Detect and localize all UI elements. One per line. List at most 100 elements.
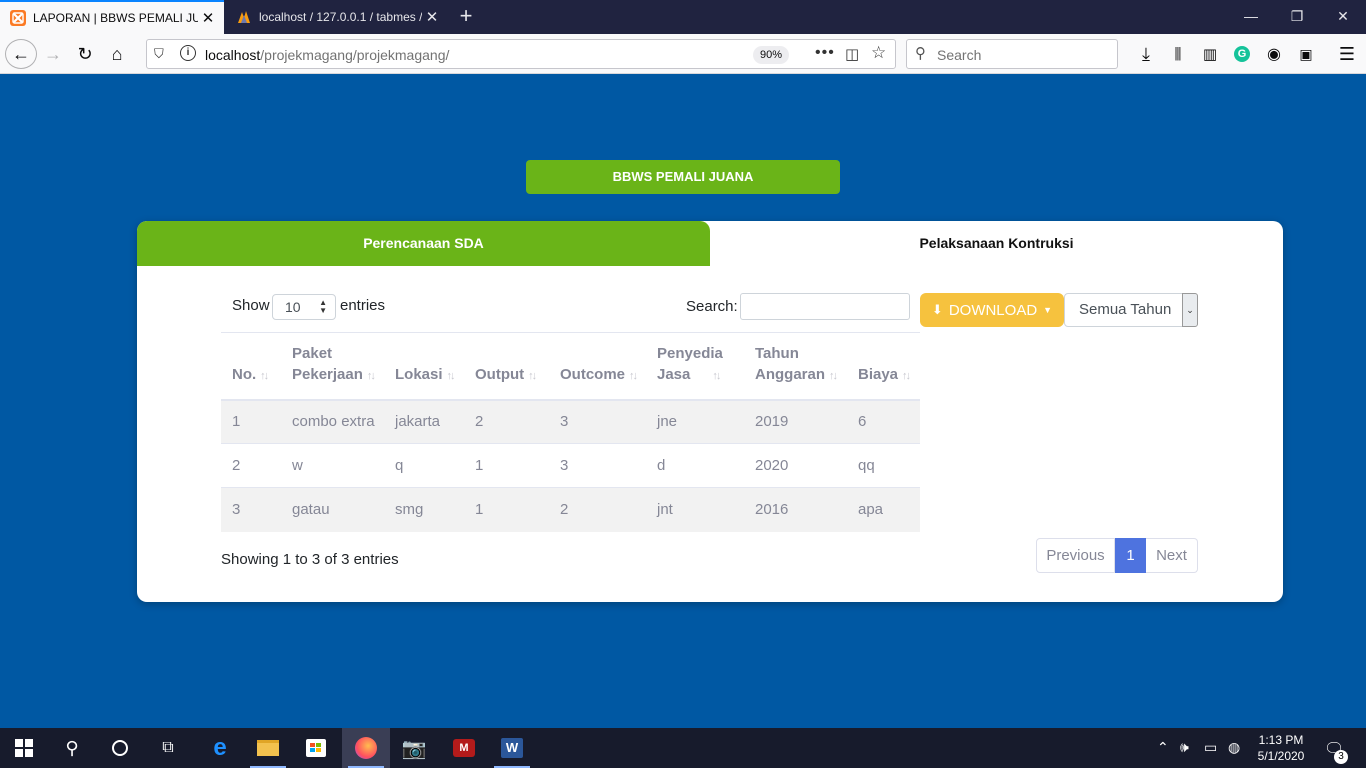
tab-title: localhost / 127.0.0.1 / tabmes / localho…: [259, 10, 422, 24]
column-header-paket[interactable]: Paket Pekerjaan ↑↓: [281, 332, 384, 401]
table-search-input[interactable]: [740, 293, 910, 320]
address-bar[interactable]: ⛉ i localhost/projekmagang/projekmagang/…: [146, 39, 896, 69]
browser-tab-laporan[interactable]: LAPORAN | BBWS PEMALI JUANA ✕: [0, 0, 224, 34]
browser-tab-phpmyadmin[interactable]: localhost / 127.0.0.1 / tabmes / localho…: [226, 0, 448, 34]
extension-icon[interactable]: ▣: [1291, 39, 1321, 69]
url-text[interactable]: localhost/projekmagang/projekmagang/: [205, 47, 449, 63]
column-header-outcome[interactable]: Outcome ↑↓: [549, 332, 646, 401]
column-header-biaya[interactable]: Biaya ↑↓: [847, 332, 920, 401]
info-icon[interactable]: i: [180, 45, 196, 61]
volume-icon[interactable]: 🕪: [1180, 739, 1189, 756]
account-icon[interactable]: ◉: [1259, 39, 1289, 69]
download-icon: ⬇: [931, 302, 943, 317]
grammarly-icon[interactable]: G: [1227, 39, 1257, 69]
page-1-button[interactable]: 1: [1115, 538, 1146, 573]
cell-penyedia: jnt: [646, 487, 744, 532]
windows-taskbar: ⚲ ⧉ e 📷 M W ⌃ 🕪 ▭ ◍ 1:13 PM 5/1/2020 🗨 3: [0, 728, 1366, 768]
brand-button[interactable]: BBWS PEMALI JUANA: [526, 160, 840, 194]
task-view-icon[interactable]: ⧉: [144, 728, 192, 768]
cell-no: 2: [221, 443, 281, 488]
entries-length-select[interactable]: 10 ▲ ▼: [272, 294, 336, 320]
chevron-down-icon: ⌄: [1182, 293, 1198, 327]
forward-arrow-icon[interactable]: →: [38, 39, 68, 69]
windows-start-icon[interactable]: [0, 728, 48, 768]
chevron-up-icon[interactable]: ⌃: [1157, 739, 1169, 756]
close-tab-icon[interactable]: ✕: [422, 8, 442, 26]
tab-perencanaan-sda[interactable]: Perencanaan SDA: [137, 221, 710, 266]
column-header-output[interactable]: Output ↑↓: [464, 332, 549, 401]
cell-paket: gatau: [281, 487, 384, 532]
phpmyadmin-icon: [238, 11, 250, 23]
entries-label: entries: [340, 297, 386, 314]
cell-outcome: 3: [549, 443, 646, 488]
pagination: Previous 1 Next: [1036, 538, 1198, 573]
system-clock[interactable]: 1:13 PM 5/1/2020: [1252, 732, 1310, 764]
cell-biaya: qq: [847, 443, 920, 488]
cell-output: 1: [464, 443, 549, 488]
report-table: No. ↑↓ Paket Pekerjaan ↑↓ Lokasi ↑↓ Output ↑↓…: [221, 332, 920, 532]
search-icon[interactable]: ⚲: [48, 728, 96, 768]
column-header-lokasi[interactable]: Lokasi ↑↓: [384, 332, 464, 401]
table-info: Showing 1 to 3 of 3 entries: [221, 551, 399, 568]
library-icon[interactable]: ⫼: [1163, 39, 1193, 69]
edge-icon[interactable]: e: [196, 728, 244, 768]
clock-time: 1:13 PM: [1258, 733, 1304, 747]
download-arrow-icon[interactable]: ⤓: [1131, 39, 1161, 69]
cell-tahun: 2019: [744, 399, 847, 444]
column-header-tahun[interactable]: Tahun Anggaran ↑↓: [744, 332, 847, 401]
search-bar[interactable]: ⚲ Search: [906, 39, 1118, 69]
bookmark-star-icon[interactable]: ☆: [871, 43, 886, 63]
sort-icon: ↑↓: [528, 369, 537, 382]
store-icon[interactable]: [292, 728, 340, 768]
new-tab-icon[interactable]: +: [455, 4, 477, 28]
download-button[interactable]: ⬇ DOWNLOAD ▼: [920, 293, 1064, 327]
back-arrow-icon[interactable]: ←: [5, 39, 37, 69]
cell-biaya: apa: [847, 487, 920, 532]
more-actions-icon[interactable]: •••: [815, 44, 835, 62]
cortana-icon[interactable]: [96, 728, 144, 768]
restore-icon[interactable]: ❐: [1274, 0, 1320, 34]
cell-outcome: 2: [549, 487, 646, 532]
cell-penyedia: jne: [646, 399, 744, 444]
sidebar-icon[interactable]: ▥: [1195, 39, 1225, 69]
tab-pelaksanaan-kontruksi[interactable]: Pelaksanaan Kontruksi: [710, 221, 1283, 266]
zoom-level[interactable]: 90%: [753, 46, 790, 64]
cell-output: 2: [464, 399, 549, 444]
mendeley-icon[interactable]: M: [440, 728, 488, 768]
word-icon[interactable]: W: [488, 728, 536, 768]
file-explorer-icon[interactable]: [244, 728, 292, 768]
reload-icon[interactable]: ↻: [70, 39, 100, 69]
sort-icon: ↑↓: [366, 369, 376, 382]
close-window-icon[interactable]: ✕: [1320, 0, 1366, 34]
home-icon[interactable]: ⌂: [102, 39, 132, 69]
close-tab-icon[interactable]: ✕: [198, 9, 218, 27]
column-header-penyedia[interactable]: Penyedia Jasa ↑↓: [646, 332, 744, 401]
browser-tab-bar: LAPORAN | BBWS PEMALI JUANA ✕ localhost …: [0, 0, 1366, 34]
menu-icon[interactable]: ☰: [1332, 39, 1362, 69]
sort-icon: ↑↓: [829, 369, 838, 382]
firefox-icon[interactable]: [342, 728, 390, 768]
xampp-icon: [10, 10, 26, 26]
battery-icon[interactable]: ▭: [1204, 739, 1217, 756]
next-page-button[interactable]: Next: [1146, 538, 1198, 573]
camera-icon[interactable]: 📷: [390, 728, 438, 768]
column-header-no[interactable]: No. ↑↓: [221, 332, 281, 401]
cell-output: 1: [464, 487, 549, 532]
year-select[interactable]: Semua Tahun ⌄: [1064, 293, 1198, 327]
cell-biaya: 6: [847, 399, 920, 444]
shield-icon[interactable]: ⛉: [154, 46, 164, 62]
download-label: DOWNLOAD: [948, 301, 1038, 319]
cell-paket: combo extra: [281, 399, 384, 444]
browser-nav-bar: ← → ↻ ⌂ ⛉ i localhost/projekmagang/proje…: [0, 34, 1366, 74]
clock-date: 5/1/2020: [1257, 749, 1305, 763]
entries-length-value: 10: [285, 299, 301, 315]
previous-page-button[interactable]: Previous: [1036, 538, 1115, 573]
pocket-icon[interactable]: ◫: [845, 45, 859, 63]
cell-penyedia: d: [646, 443, 744, 488]
sort-icon: ↑↓: [712, 369, 721, 382]
cell-no: 1: [221, 399, 281, 444]
caret-down-icon: ▼: [1043, 305, 1053, 315]
minimize-icon[interactable]: —: [1228, 0, 1274, 34]
tab-title: LAPORAN | BBWS PEMALI JUANA: [33, 11, 198, 25]
network-globe-icon[interactable]: ◍: [1228, 739, 1240, 756]
